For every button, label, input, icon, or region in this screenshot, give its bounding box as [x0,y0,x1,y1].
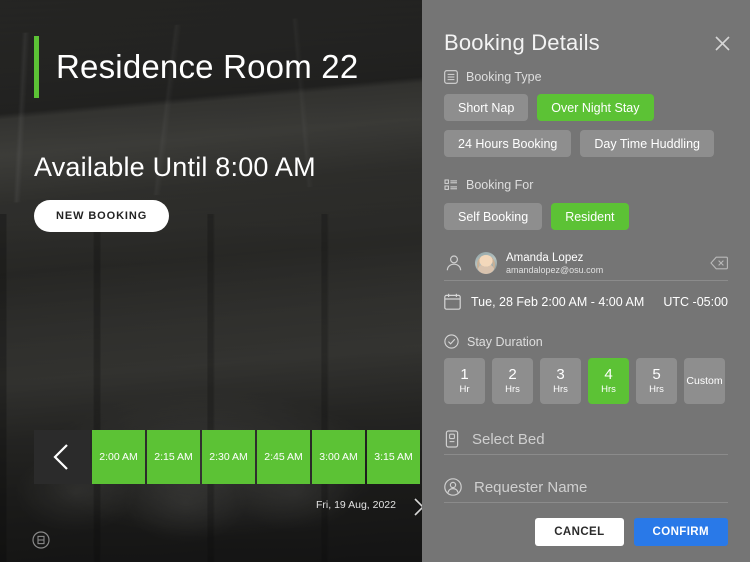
schedule-text: Tue, 28 Feb 2:00 AM - 4:00 AM [471,294,645,309]
new-booking-button[interactable]: NEW BOOKING [34,200,170,232]
schedule-row[interactable]: Tue, 28 Feb 2:00 AM - 4:00 AM UTC -05:00 [444,293,728,310]
duration-value: 4 [604,366,613,383]
brand-circle-b-icon [32,531,50,549]
duration-option-5hrs[interactable]: 5 Hrs [636,358,677,404]
booking-type-option-over-night-stay[interactable]: Over Night Stay [537,94,654,121]
user-email: amandalopez@osu.com [506,264,604,275]
booking-type-option-day-time-huddling[interactable]: Day Time Huddling [580,130,714,157]
duration-custom-label: Custom [686,374,723,387]
duration-unit: Hr [459,384,470,395]
selected-user-row[interactable]: Amanda Lopez amandalopez@osu.com [444,246,728,281]
duration-value: 5 [652,366,661,383]
booking-for-label: Booking For [466,178,534,192]
duration-option-2hrs[interactable]: 2 Hrs [492,358,533,404]
timezone-text: UTC -05:00 [663,294,728,309]
avatar [475,252,497,274]
slot-prev-button[interactable] [34,430,90,484]
person-icon [444,253,464,273]
stay-duration-options: 1 Hr 2 Hrs 3 Hrs 4 Hrs 5 Hrs Custom [444,358,725,404]
slot-next-button[interactable] [412,497,422,522]
page-title: Residence Room 22 [56,48,359,85]
duration-option-3hrs[interactable]: 3 Hrs [540,358,581,404]
booking-for-options-row: Self Booking Resident [444,203,629,230]
time-slot[interactable]: 2:45 AM [257,430,310,484]
booking-kiosk-screen: Residence Room 22 Available Until 8:00 A… [0,0,750,562]
booking-type-section-label: Booking Type [444,70,542,84]
duration-unit: Hrs [553,384,568,395]
time-slot[interactable]: 2:15 AM [147,430,200,484]
stay-duration-label: Stay Duration [467,334,543,349]
title-accent-bar [34,36,39,98]
booking-type-options-row-2: 24 Hours Booking Day Time Huddling [444,130,714,157]
chevron-right-icon [414,498,422,516]
confirm-button[interactable]: CONFIRM [633,518,728,546]
checklist-icon [444,179,457,190]
calendar-icon [444,293,461,310]
time-slot[interactable]: 3:00 AM [312,430,365,484]
user-texts: Amanda Lopez amandalopez@osu.com [506,251,710,276]
booking-for-option-resident[interactable]: Resident [551,203,629,230]
cancel-button[interactable]: CANCEL [535,518,624,546]
duration-value: 3 [556,366,565,383]
select-bed-field[interactable]: Select Bed [444,424,728,455]
time-slot[interactable]: 2:00 AM [92,430,145,484]
duration-unit: Hrs [649,384,664,395]
clear-user-button[interactable] [710,256,728,270]
list-menu-icon [444,70,458,84]
duration-option-custom[interactable]: Custom [684,358,725,404]
panel-footer: CANCEL CONFIRM [535,518,728,546]
backspace-delete-icon [710,256,728,270]
booking-type-options-row-1: Short Nap Over Night Stay [444,94,654,121]
duration-value: 1 [460,366,469,383]
select-bed-placeholder: Select Bed [472,430,545,448]
booking-type-option-short-nap[interactable]: Short Nap [444,94,529,121]
brand-logo [32,531,50,549]
stay-duration-section-label: Stay Duration [444,334,543,349]
close-icon [715,35,730,51]
close-button[interactable] [713,34,732,53]
duration-value: 2 [508,366,517,383]
availability-text: Available Until 8:00 AM [34,152,316,182]
time-slot[interactable]: 2:30 AM [202,430,255,484]
panel-title: Booking Details [444,30,600,55]
user-name: Amanda Lopez [506,251,584,264]
booking-details-panel: Booking Details Booking Type Short Nap O… [422,0,750,562]
duration-option-1hr[interactable]: 1 Hr [444,358,485,404]
strip-date-label: Fri, 19 Aug, 2022 [316,499,396,511]
room-panel: Residence Room 22 Available Until 8:00 A… [0,0,422,562]
bed-icon [445,430,459,448]
requester-name-field[interactable]: Requester Name [444,472,728,503]
time-slot-strip: 2:00 AM 2:15 AM 2:30 AM 2:45 AM 3:00 AM … [34,430,420,484]
booking-type-label: Booking Type [466,70,542,84]
time-slot[interactable]: 3:15 AM [367,430,420,484]
booking-for-option-self-booking[interactable]: Self Booking [444,203,543,230]
requester-name-placeholder: Requester Name [474,478,588,496]
person-circle-icon [444,478,462,496]
booking-type-option-24-hours-booking[interactable]: 24 Hours Booking [444,130,572,157]
room-title-row: Residence Room 22 [34,36,358,98]
duration-unit: Hrs [505,384,520,395]
booking-for-section-label: Booking For [444,178,533,192]
duration-unit: Hrs [601,384,616,395]
duration-option-4hrs[interactable]: 4 Hrs [588,358,629,404]
clock-check-icon [444,334,459,349]
chevron-left-icon [53,444,68,470]
panel-header: Booking Details [444,30,732,56]
